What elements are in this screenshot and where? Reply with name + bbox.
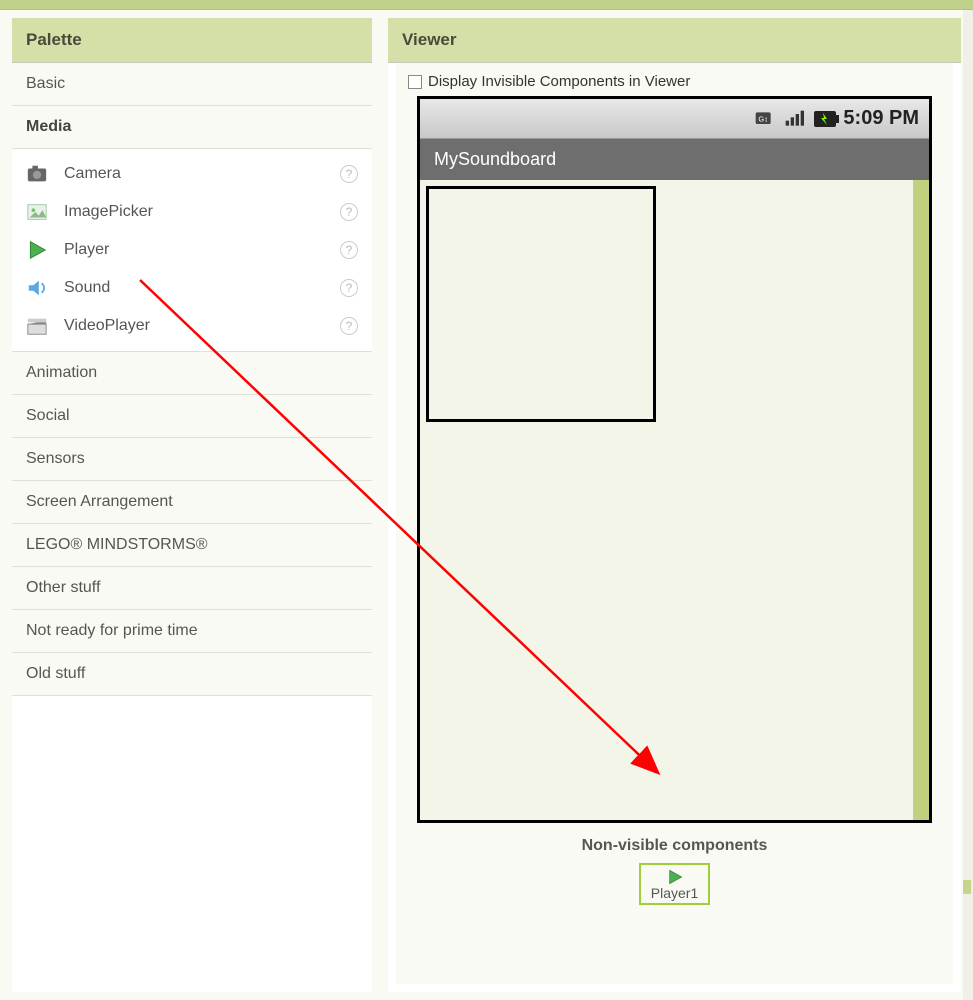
play-icon <box>665 869 685 885</box>
help-icon[interactable]: ? <box>340 317 358 335</box>
checkbox-label: Display Invisible Components in Viewer <box>428 73 690 90</box>
nonvisible-component-label: Player1 <box>651 885 698 901</box>
help-icon[interactable]: ? <box>340 279 358 297</box>
palette-item-sound[interactable]: Sound ? <box>12 269 372 307</box>
sound-icon <box>26 277 48 299</box>
status-bar: G↕ 5:09 PM <box>420 99 929 139</box>
palette-category-other[interactable]: Other stuff <box>12 567 372 610</box>
top-accent-bar <box>0 0 973 10</box>
app-title-bar: MySoundboard <box>420 139 929 180</box>
nonvisible-component-player1[interactable]: Player1 <box>639 863 710 905</box>
network-icon: G↕ <box>753 109 775 129</box>
palette-item-imagepicker[interactable]: ImagePicker ? <box>12 193 372 231</box>
palette-item-label: Player <box>64 241 324 259</box>
viewer-title: Viewer <box>388 18 961 63</box>
help-icon[interactable]: ? <box>340 241 358 259</box>
palette-item-camera[interactable]: Camera ? <box>12 155 372 193</box>
palette-panel: Palette Basic Media Camera ? ImagePicker… <box>12 18 372 992</box>
palette-item-label: VideoPlayer <box>64 317 324 335</box>
palette-category-screen-arrangement[interactable]: Screen Arrangement <box>12 481 372 524</box>
palette-category-old[interactable]: Old stuff <box>12 653 372 696</box>
design-canvas[interactable] <box>420 180 929 820</box>
scroll-indicator <box>913 180 929 820</box>
palette-category-animation[interactable]: Animation <box>12 352 372 395</box>
status-time: 5:09 PM <box>843 107 919 130</box>
palette-media-items: Camera ? ImagePicker ? Player ? <box>12 149 372 352</box>
viewer-panel: Viewer Display Invisible Components in V… <box>388 18 961 992</box>
palette-title: Palette <box>12 18 372 63</box>
signal-icon <box>783 109 805 129</box>
palette-category-lego[interactable]: LEGO® MINDSTORMS® <box>12 524 372 567</box>
camera-icon <box>26 163 48 185</box>
palette-category-sensors[interactable]: Sensors <box>12 438 372 481</box>
nonvisible-components-label: Non-visible components <box>582 837 768 855</box>
palette-category-media[interactable]: Media <box>12 106 372 149</box>
display-invisible-checkbox[interactable]: Display Invisible Components in Viewer <box>406 73 690 96</box>
canvas-button-component[interactable] <box>426 186 656 422</box>
checkbox-icon <box>408 75 422 89</box>
clap-icon <box>26 315 48 337</box>
right-edge-strip <box>963 10 973 1000</box>
palette-item-label: Camera <box>64 165 324 183</box>
palette-item-label: Sound <box>64 279 324 297</box>
palette-category-notready[interactable]: Not ready for prime time <box>12 610 372 653</box>
palette-item-videoplayer[interactable]: VideoPlayer ? <box>12 307 372 345</box>
palette-item-label: ImagePicker <box>64 203 324 221</box>
help-icon[interactable]: ? <box>340 165 358 183</box>
image-icon <box>26 201 48 223</box>
battery-icon <box>813 109 835 129</box>
play-icon <box>26 239 48 261</box>
palette-category-basic[interactable]: Basic <box>12 63 372 106</box>
phone-preview: G↕ 5:09 PM MySoundboard <box>417 96 932 823</box>
palette-category-social[interactable]: Social <box>12 395 372 438</box>
svg-text:G↕: G↕ <box>759 114 769 123</box>
palette-item-player[interactable]: Player ? <box>12 231 372 269</box>
help-icon[interactable]: ? <box>340 203 358 221</box>
